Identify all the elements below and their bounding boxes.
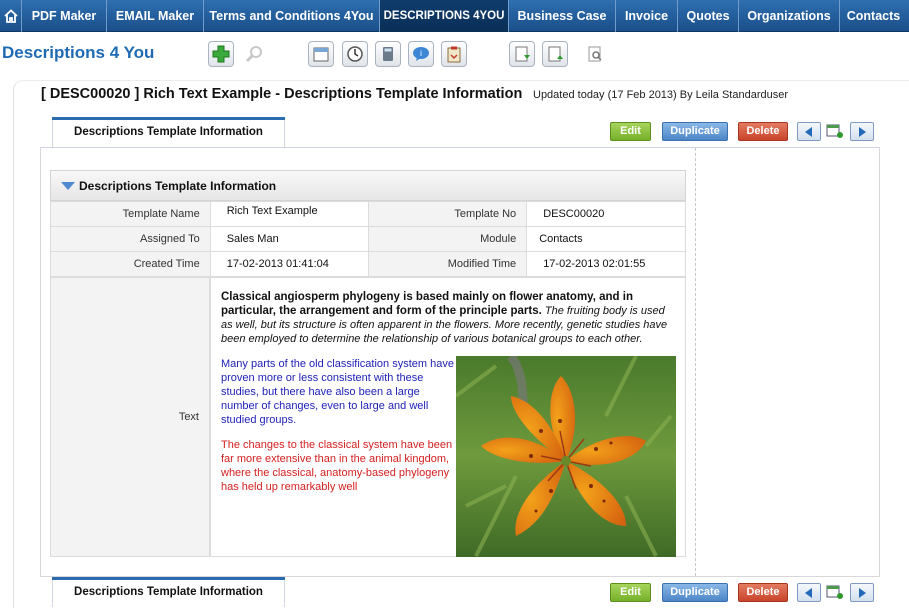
- collapse-triangle-icon[interactable]: [61, 181, 75, 190]
- edit-button-bottom[interactable]: Edit: [610, 583, 651, 602]
- assigned-to-value[interactable]: Sales Man: [209, 226, 370, 252]
- assigned-to-label: Assigned To: [50, 226, 211, 252]
- rich-text-paragraph-2: Many parts of the old classification sys…: [221, 358, 454, 426]
- tab-template-information[interactable]: Descriptions Template Information: [52, 117, 285, 147]
- arrow-left-icon: [805, 587, 812, 598]
- tab-template-information-bottom[interactable]: Descriptions Template Information: [52, 577, 285, 607]
- record-updated-info: Updated today (17 Feb 2013) By Leila Sta…: [533, 89, 788, 101]
- previous-record-button[interactable]: [797, 122, 821, 141]
- nav-tab-invoice[interactable]: Invoice: [616, 0, 678, 32]
- clock-icon[interactable]: [342, 41, 368, 67]
- module-label: Module: [368, 226, 528, 252]
- previous-record-button-bottom[interactable]: [797, 583, 821, 602]
- delete-button-bottom[interactable]: Delete: [738, 583, 788, 602]
- nav-tab-business-case[interactable]: Business Case: [509, 0, 616, 32]
- records-list-icon[interactable]: [826, 122, 844, 140]
- orange-lily-photo: [456, 356, 676, 557]
- duplicate-button[interactable]: Duplicate: [662, 122, 728, 141]
- nav-tab-contacts[interactable]: Contacts: [840, 0, 907, 32]
- next-record-button-bottom[interactable]: [850, 583, 874, 602]
- text-label: Text: [178, 411, 199, 423]
- rich-text-paragraph-1: Classical angiosperm phylogeny is based …: [221, 290, 677, 346]
- side-panel-divider: [695, 148, 696, 576]
- record-title: [ DESC00020 ] Rich Text Example - Descri…: [41, 86, 523, 102]
- nav-tab-terms-conditions[interactable]: Terms and Conditions 4You: [204, 0, 380, 32]
- arrow-left-icon: [805, 126, 812, 137]
- field-table: Template Name Rich Text Example Template…: [50, 201, 686, 277]
- rich-text-paragraph-3: The changes to the classical system have…: [221, 439, 453, 493]
- template-no-value[interactable]: DESC00020: [526, 201, 686, 227]
- nav-tab-descriptions[interactable]: DESCRIPTIONS 4YOU: [380, 0, 509, 32]
- calendar-icon[interactable]: [308, 41, 334, 67]
- search-icon[interactable]: [241, 41, 267, 67]
- export-icon[interactable]: [542, 41, 568, 67]
- modified-time-label: Modified Time: [368, 251, 528, 277]
- table-row: Created Time 17-02-2013 01:41:04 Modifie…: [50, 251, 686, 277]
- add-icon[interactable]: [208, 41, 234, 67]
- module-value[interactable]: Contacts: [526, 226, 686, 252]
- svg-text:i: i: [420, 49, 422, 58]
- block-title: Descriptions Template Information: [79, 178, 277, 193]
- home-icon[interactable]: [0, 0, 22, 32]
- nav-tab-quotes[interactable]: Quotes: [678, 0, 739, 32]
- nav-tab-email-maker[interactable]: EMAIL Maker: [107, 0, 204, 32]
- template-no-label: Template No: [368, 201, 528, 227]
- duplicate-button-bottom[interactable]: Duplicate: [662, 583, 728, 602]
- import-icon[interactable]: [509, 41, 535, 67]
- template-name-label: Template Name: [50, 201, 211, 227]
- arrow-right-icon: [859, 587, 866, 598]
- created-time-label: Created Time: [50, 251, 211, 277]
- next-record-button[interactable]: [850, 122, 874, 141]
- nav-tab-organizations[interactable]: Organizations: [739, 0, 840, 32]
- text-label-cell: Text: [50, 277, 210, 557]
- modified-time-value: 17-02-2013 02:01:55: [526, 251, 686, 277]
- nav-tab-pdf-maker[interactable]: PDF Maker: [22, 0, 107, 32]
- calculator-icon[interactable]: [375, 41, 401, 67]
- records-list-icon[interactable]: [826, 583, 844, 601]
- block-header[interactable]: Descriptions Template Information: [50, 170, 686, 201]
- created-time-value: 17-02-2013 01:41:04: [209, 251, 370, 277]
- table-row: Assigned To Sales Man Module Contacts: [50, 226, 686, 252]
- template-name-value[interactable]: Rich Text Example: [209, 201, 370, 227]
- edit-button[interactable]: Edit: [610, 122, 651, 141]
- arrow-right-icon: [859, 126, 866, 137]
- module-title: Descriptions 4 You: [2, 43, 155, 62]
- clipboard-icon[interactable]: [441, 41, 467, 67]
- delete-button[interactable]: Delete: [738, 122, 788, 141]
- table-row: Template Name Rich Text Example Template…: [50, 201, 686, 227]
- find-duplicates-icon[interactable]: [582, 41, 608, 67]
- top-nav: PDF Maker EMAIL Maker Terms and Conditio…: [0, 0, 909, 32]
- chat-icon[interactable]: i: [408, 41, 434, 67]
